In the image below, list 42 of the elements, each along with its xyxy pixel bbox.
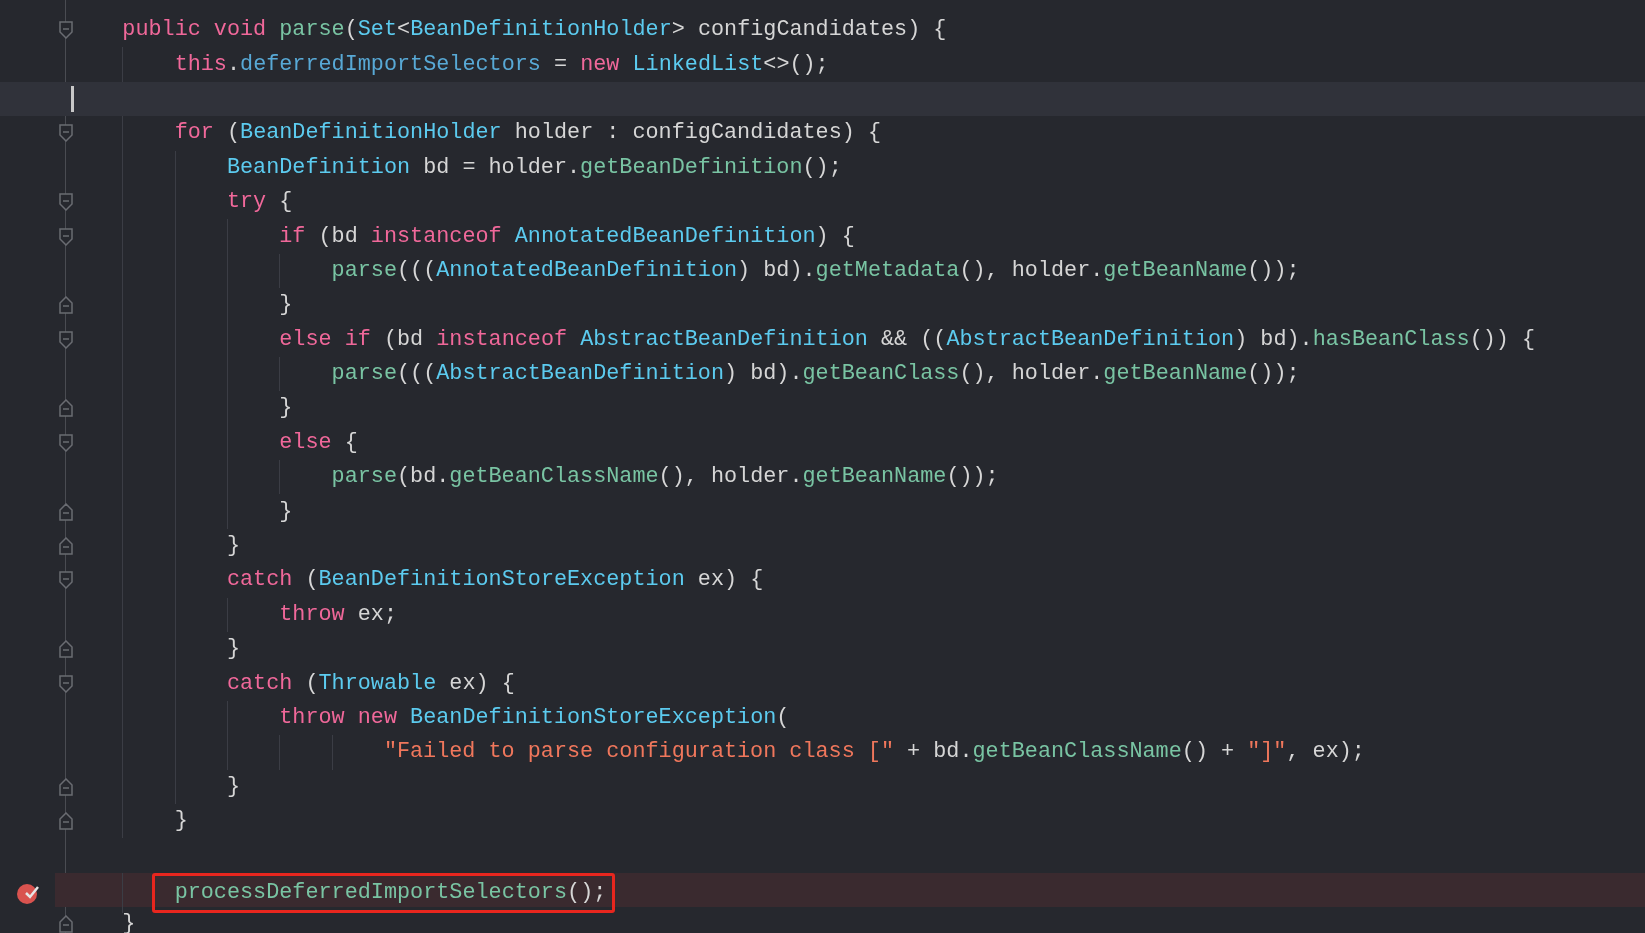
code-line: parse(((AnnotatedBeanDefinition) bd).getMetadata(), holder.getBeanName()); [331,256,1300,285]
fold-icon[interactable] [58,227,73,246]
code-line: parse(bd.getBeanClassName(), holder.getBeanName()); [331,463,999,492]
code-line: catch (BeanDefinitionStoreException ex) { [226,566,764,595]
code-line: "Failed to parse configuration class [" + bd.getBeanClassName() + "]", ex); [383,738,1365,767]
code-line: } [226,635,241,664]
fold-icon[interactable] [58,812,73,831]
fold-icon[interactable] [58,21,73,40]
fold-icon[interactable] [58,777,73,796]
fold-icon[interactable] [58,193,73,212]
code-line: throw ex; [279,600,397,629]
fold-icon[interactable] [58,330,73,349]
code-line: } [279,497,293,526]
code-line: } [279,291,293,320]
code-line: else if (bd instanceof AbstractBeanDefinition && ((AbstractBeanDefinition) bd).hasBeanClass()) { [279,325,1536,354]
fold-icon[interactable] [58,537,73,556]
fold-icon[interactable] [58,296,73,315]
code-line: } [122,910,136,933]
code-line: processDeferredImportSelectors(); [174,878,607,907]
code-line: public void parse(Set<BeanDefinitionHolder> configCandidates) { [122,16,947,45]
code-line: } [279,394,293,423]
code-line: } [226,532,241,561]
code-line: catch (Throwable ex) { [226,669,515,698]
fold-icon[interactable] [58,433,73,452]
code-line: } [174,807,188,836]
code-line: this.deferredImportSelectors = new LinkedList<>(); [174,50,829,79]
fold-icon[interactable] [58,674,73,693]
code-line: } [226,772,241,801]
fold-icon[interactable] [58,502,73,521]
code-line: for (BeanDefinitionHolder holder : configCandidates) { [174,119,881,148]
code-line: try { [226,188,293,217]
code-line: parse(((AbstractBeanDefinition) bd).getBeanClass(), holder.getBeanName()); [331,360,1300,389]
text-cursor [71,85,74,112]
code-line: throw new BeanDefinitionStoreException( [279,704,790,732]
fold-icon[interactable] [58,571,73,590]
code-line: if (bd instanceof AnnotatedBeanDefinition) { [279,222,855,251]
code-line: BeanDefinition bd = holder.getBeanDefinition(); [226,153,842,182]
fold-icon[interactable] [58,915,73,933]
code-line: else { [279,428,358,457]
fold-icon[interactable] [58,124,73,143]
fold-icon[interactable] [58,399,73,418]
fold-icon[interactable] [58,640,73,659]
